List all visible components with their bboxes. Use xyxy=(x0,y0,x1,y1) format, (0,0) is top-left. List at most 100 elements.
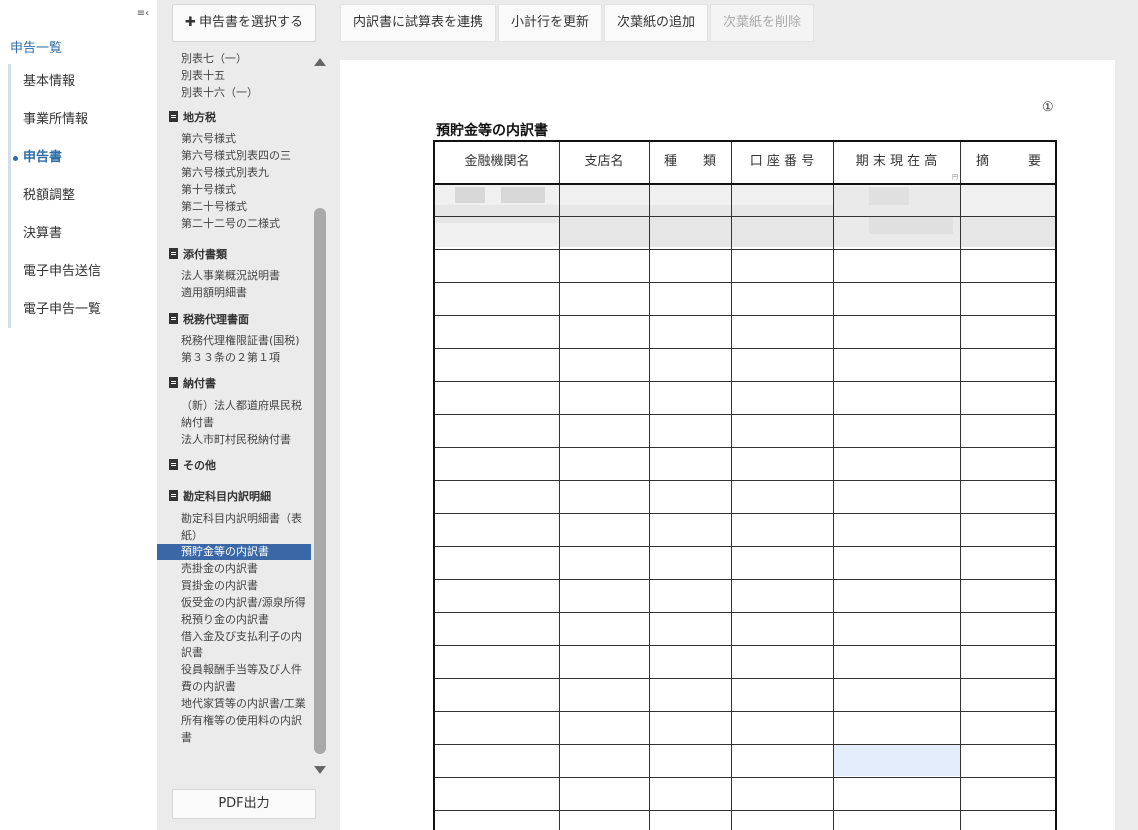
form-item[interactable]: 書 xyxy=(181,731,311,744)
form-item[interactable]: 税預り金の内訳書 xyxy=(181,613,311,626)
form-item[interactable]: 別表十六（一） xyxy=(181,86,311,99)
grid-line xyxy=(435,348,1055,349)
page-number: ① xyxy=(1042,100,1054,115)
form-item[interactable]: 売掛金の内訳書 xyxy=(181,562,311,575)
collapse-menu-icon[interactable]: ≡‹ xyxy=(136,8,150,20)
grid-line xyxy=(435,414,1055,415)
grid-line xyxy=(833,142,834,830)
group-tax-agent-docs[interactable]: 税務代理書面 xyxy=(169,312,249,328)
form-item-selected[interactable]: 預貯金等の内訳書 xyxy=(157,544,311,560)
group-account-details[interactable]: 勘定科目内訳明細 xyxy=(169,489,271,505)
focused-cell[interactable] xyxy=(833,744,960,776)
form-item[interactable]: （新）法人都道府県民税 xyxy=(181,399,311,412)
form-item[interactable]: 第３３条の２第１項 xyxy=(181,351,311,364)
form-item[interactable]: 役員報酬手当等及び人件 xyxy=(181,663,311,676)
grid-line xyxy=(960,142,961,830)
redacted-block xyxy=(455,187,485,203)
form-item[interactable]: 適用額明細書 xyxy=(181,286,311,299)
group-label: 税務代理書面 xyxy=(183,313,249,326)
form-item[interactable]: 所有権等の使用料の内訳 xyxy=(181,714,311,727)
document-icon xyxy=(169,490,178,501)
document-icon xyxy=(169,377,178,388)
redacted-block xyxy=(559,205,833,247)
delete-next-sheet-button[interactable]: 次葉紙を削除 xyxy=(710,4,815,42)
grid-line xyxy=(435,216,1055,217)
deposit-table: 金融機関名 支店名 種 類 口 座 番 号 期 末 現 在 高 摘 要 円 xyxy=(433,140,1057,830)
active-indicator-dot xyxy=(13,156,18,161)
col-header-account-no: 口 座 番 号 xyxy=(749,154,815,169)
redacted-block xyxy=(833,187,960,247)
group-label: 納付書 xyxy=(183,377,216,390)
form-item[interactable]: 訳書 xyxy=(181,646,311,659)
form-item[interactable]: 仮受金の内訳書/源泉所得 xyxy=(181,596,311,609)
grid-line xyxy=(435,744,1055,745)
grid-line xyxy=(435,612,1055,613)
document-icon xyxy=(169,248,178,259)
group-attachments[interactable]: 添付書類 xyxy=(169,247,227,263)
select-form-label: 申告書を選択する xyxy=(198,15,303,30)
header-divider xyxy=(435,183,1055,185)
form-item[interactable]: 別表十五 xyxy=(181,69,311,82)
form-item[interactable]: 勘定科目内訳明細書（表 xyxy=(181,512,311,525)
form-item[interactable]: 第六号様式 xyxy=(181,132,311,145)
toolbar: 内訳書に試算表を連携 小計行を更新 次葉紙の追加 次葉紙を削除 xyxy=(340,4,815,42)
grid-line xyxy=(435,381,1055,382)
grid-line xyxy=(649,142,650,830)
document-icon xyxy=(169,459,178,470)
nav-title-shinkoku-list[interactable]: 申告一覧 xyxy=(10,37,62,56)
form-item[interactable]: 納付書 xyxy=(181,416,311,429)
main-area: 内訳書に試算表を連携 小計行を更新 次葉紙の追加 次葉紙を削除 ① 預貯金等の内… xyxy=(330,0,1138,830)
update-subtotal-button[interactable]: 小計行を更新 xyxy=(498,4,603,42)
nav-item-return[interactable]: 申告書 xyxy=(13,148,63,168)
add-next-sheet-button[interactable]: 次葉紙の追加 xyxy=(604,4,709,42)
nav-item-return-label: 申告書 xyxy=(23,150,63,165)
link-trial-balance-button[interactable]: 内訳書に試算表を連携 xyxy=(340,4,497,42)
nav-item-e-filing-list[interactable]: 電子申告一覧 xyxy=(23,300,101,320)
form-item[interactable]: 費の内訳書 xyxy=(181,680,311,693)
nav-item-tax-adjustment[interactable]: 税額調整 xyxy=(23,186,75,206)
nav-item-basic-info[interactable]: 基本情報 xyxy=(23,72,75,92)
form-sheet: ① 預貯金等の内訳書 金融機関名 支店名 種 類 口 座 番 号 期 末 現 在… xyxy=(340,60,1115,830)
form-item[interactable]: 法人市町村民税納付書 xyxy=(181,433,311,446)
grid-line xyxy=(435,249,1055,250)
pdf-export-button[interactable]: PDF出力 xyxy=(172,789,316,819)
scrollbar-thumb[interactable] xyxy=(314,208,326,754)
nav-item-financial-statements[interactable]: 決算書 xyxy=(23,224,62,244)
form-item[interactable]: 第十号様式 xyxy=(181,183,311,196)
group-local-tax[interactable]: 地方税 xyxy=(169,110,216,126)
form-item[interactable]: 別表七（一） xyxy=(181,52,311,65)
form-item[interactable]: 第六号様式別表九 xyxy=(181,166,311,179)
grid-line xyxy=(435,711,1055,712)
document-icon xyxy=(169,313,178,324)
form-item[interactable]: 地代家賃等の内訳書/工業 xyxy=(181,697,311,710)
forms-panel: ✚ 申告書を選択する 別表七（一） 別表十五 別表十六（一） 地方税 第六号様式 … xyxy=(157,0,330,830)
form-item[interactable]: 第六号様式別表四の三 xyxy=(181,149,311,162)
group-label: その他 xyxy=(183,459,216,472)
document-icon xyxy=(169,111,178,122)
grid-line xyxy=(731,142,732,830)
form-item[interactable]: 第二十二号の二様式 xyxy=(181,217,311,230)
grid-line xyxy=(435,678,1055,679)
group-payment-slips[interactable]: 納付書 xyxy=(169,376,216,392)
form-item[interactable]: 買掛金の内訳書 xyxy=(181,579,311,592)
grid-line xyxy=(435,480,1055,481)
form-item[interactable]: 第二十号様式 xyxy=(181,200,311,213)
form-item[interactable]: 税務代理権限証書(国税) xyxy=(181,334,311,347)
col-header-branch: 支店名 xyxy=(584,154,624,169)
select-form-button[interactable]: ✚ 申告書を選択する xyxy=(172,4,316,42)
redacted-block xyxy=(960,216,1055,247)
nav-item-e-filing-send[interactable]: 電子申告送信 xyxy=(23,262,101,282)
group-other[interactable]: その他 xyxy=(169,458,216,474)
grid-line xyxy=(435,810,1055,811)
scroll-down-arrow-icon[interactable] xyxy=(314,766,326,774)
group-label: 添付書類 xyxy=(183,248,227,261)
nav-item-office-info[interactable]: 事業所情報 xyxy=(23,110,88,130)
col-header-remarks: 摘 要 xyxy=(975,154,1041,169)
form-item[interactable]: 法人事業概況説明書 xyxy=(181,269,311,282)
form-item[interactable]: 借入金及び支払利子の内 xyxy=(181,630,311,643)
sheet-title: 預貯金等の内訳書 xyxy=(436,123,548,139)
scroll-up-arrow-icon[interactable] xyxy=(314,58,326,66)
redacted-block xyxy=(435,205,559,223)
grid-line xyxy=(559,142,560,830)
form-item[interactable]: 紙） xyxy=(181,529,311,542)
